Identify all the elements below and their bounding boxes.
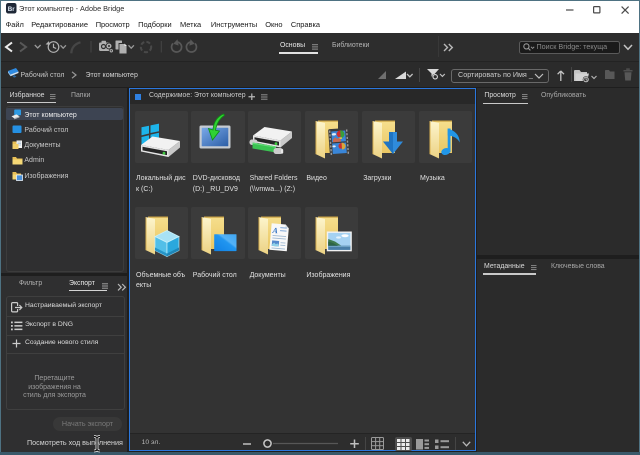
svg-text:Br: Br — [7, 6, 14, 13]
